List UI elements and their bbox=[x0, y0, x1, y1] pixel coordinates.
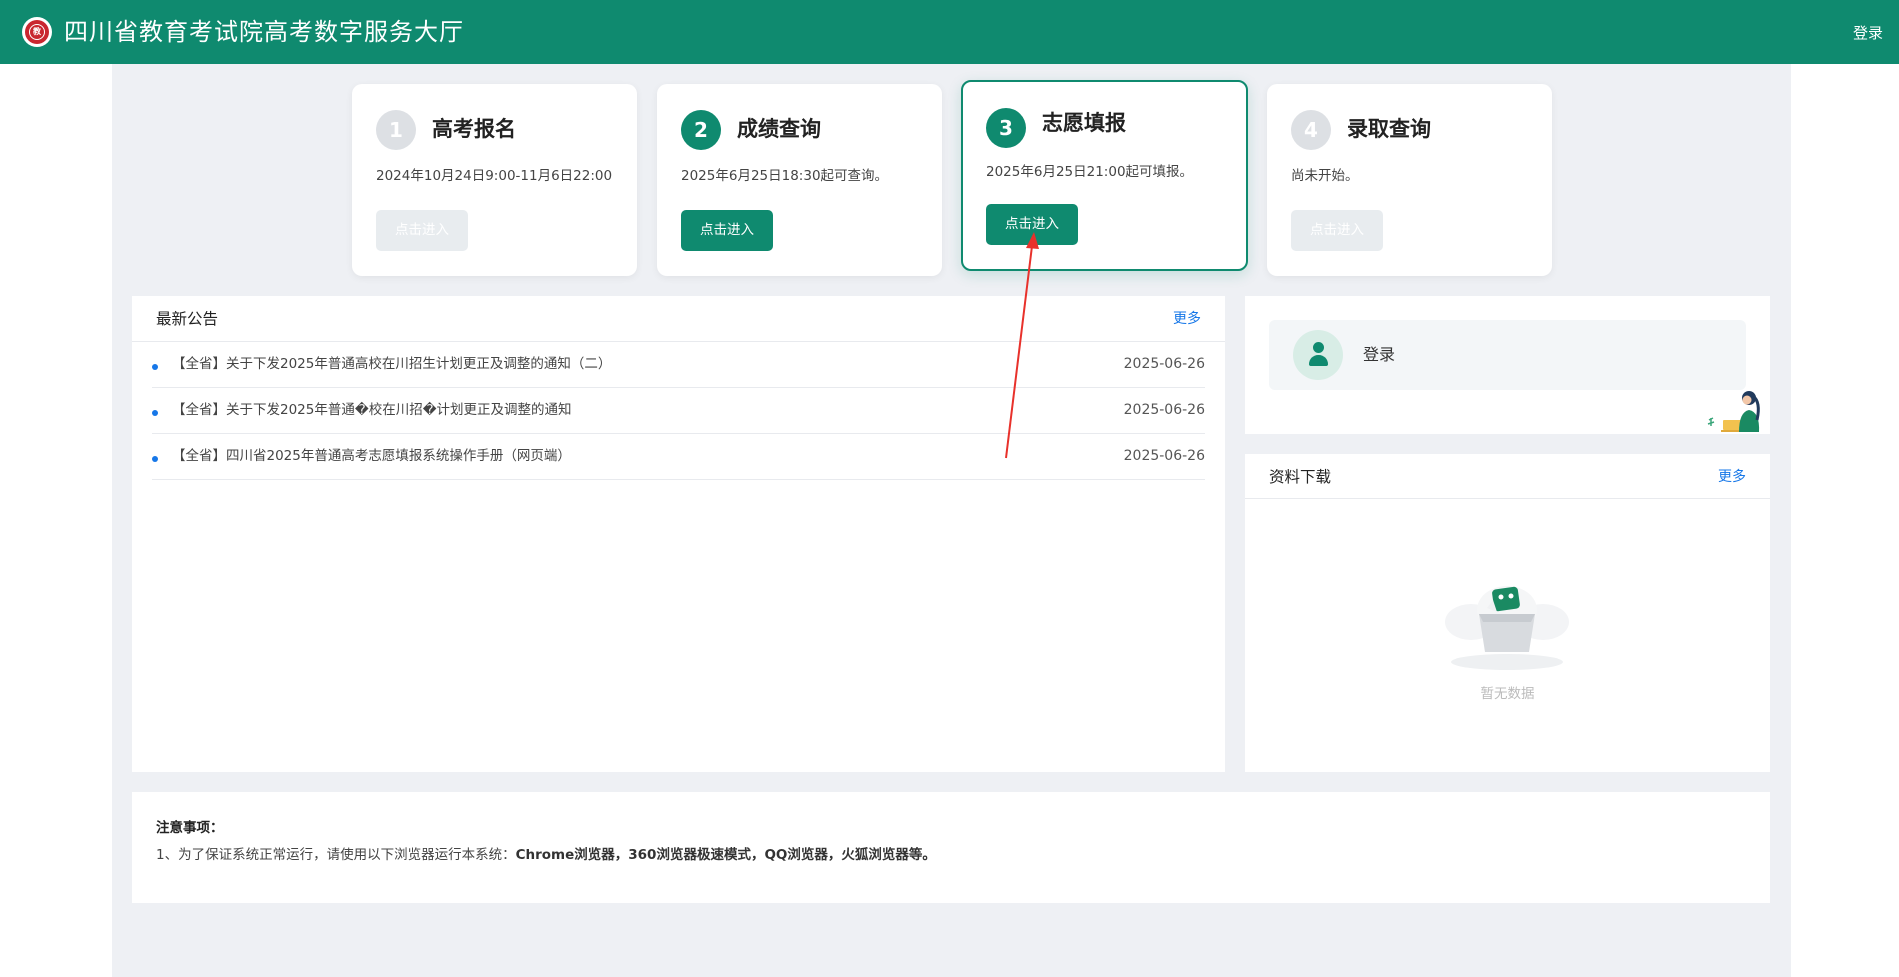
announcement-date: 2025-06-26 bbox=[1123, 402, 1205, 418]
announcement-title[interactable]: 【全省】四川省2025年普通高考志愿填报系统操作手册（网页端） bbox=[172, 446, 571, 466]
announcements-panel: 最新公告 更多 【全省】关于下发2025年普通高校在川招生计划更正及调整的通知（… bbox=[132, 296, 1225, 772]
announcements-more-link[interactable]: 更多 bbox=[1173, 309, 1201, 329]
step-title: 录取查询 bbox=[1347, 117, 1431, 141]
announcement-item[interactable]: 【全省】关于下发2025年普通�校在川招�计划更正及调整的通知 2025-06-… bbox=[152, 388, 1205, 434]
step-number: 2 bbox=[681, 110, 721, 150]
site-title[interactable]: 四川省教育考试院高考数字服务大厅 bbox=[64, 16, 464, 48]
announcement-date: 2025-06-26 bbox=[1123, 448, 1205, 464]
bullet-dot bbox=[152, 456, 158, 462]
user-icon bbox=[1293, 330, 1343, 380]
logo-glyph: 教 bbox=[29, 24, 45, 40]
institution-logo-icon[interactable]: 教 bbox=[22, 17, 52, 47]
step-card-registration: 1 高考报名 2024年10月24日9:00-11月6日22:00 点击进入 bbox=[352, 84, 637, 276]
woman-with-laptop-illustration-icon bbox=[1707, 391, 1760, 432]
bullet-dot bbox=[152, 364, 158, 370]
notice-panel: 注意事项： 1、为了保证系统正常运行，请使用以下浏览器运行本系统：Chrome浏… bbox=[132, 792, 1770, 903]
step-title: 志愿填报 bbox=[1042, 111, 1126, 135]
announcement-title[interactable]: 【全省】关于下发2025年普通�校在川招�计划更正及调整的通知 bbox=[172, 400, 572, 420]
login-box[interactable]: 登录 bbox=[1269, 320, 1746, 390]
bullet-dot bbox=[152, 410, 158, 416]
header-login-link[interactable]: 登录 bbox=[1853, 22, 1883, 43]
step-description: 2025年6月25日21:00起可填报。 bbox=[986, 164, 1194, 180]
login-label[interactable]: 登录 bbox=[1363, 344, 1395, 366]
downloads-more-link[interactable]: 更多 bbox=[1718, 467, 1746, 487]
step-number: 1 bbox=[376, 110, 416, 150]
step-card-admission-query: 4 录取查询 尚未开始。 点击进入 bbox=[1267, 84, 1552, 276]
step-title: 高考报名 bbox=[432, 117, 516, 141]
panel-title: 最新公告 bbox=[156, 310, 219, 328]
step-description: 2024年10月24日9:00-11月6日22:00 bbox=[376, 168, 613, 184]
notice-text: 1、为了保证系统正常运行，请使用以下浏览器运行本系统：Chrome浏览器，360… bbox=[156, 845, 936, 865]
login-panel: 登录 bbox=[1245, 296, 1770, 434]
enter-button-disabled[interactable]: 点击进入 bbox=[1291, 210, 1383, 251]
downloads-panel: 资料下载 更多 暂无数据 bbox=[1245, 454, 1770, 772]
panel-title: 资料下载 bbox=[1269, 468, 1332, 486]
step-card-application: 3 志愿填报 2025年6月25日21:00起可填报。 点击进入 bbox=[961, 80, 1248, 271]
step-description: 2025年6月25日18:30起可查询。 bbox=[681, 168, 889, 184]
notice-prefix: 1、为了保证系统正常运行，请使用以下浏览器运行本系统： bbox=[156, 847, 516, 863]
step-number: 4 bbox=[1291, 110, 1331, 150]
enter-application-button[interactable]: 点击进入 bbox=[986, 204, 1078, 245]
announcement-item[interactable]: 【全省】四川省2025年普通高考志愿填报系统操作手册（网页端） 2025-06-… bbox=[152, 434, 1205, 480]
notice-browsers: Chrome浏览器，360浏览器极速模式，QQ浏览器，火狐浏览器等。 bbox=[515, 847, 936, 863]
top-header: 教 四川省教育考试院高考数字服务大厅 登录 bbox=[0, 0, 1899, 64]
step-description: 尚未开始。 bbox=[1291, 168, 1359, 184]
enter-button-disabled[interactable]: 点击进入 bbox=[376, 210, 468, 251]
panel-header: 最新公告 更多 bbox=[132, 296, 1225, 342]
announcement-item[interactable]: 【全省】关于下发2025年普通高校在川招生计划更正及调整的通知（二） 2025-… bbox=[152, 342, 1205, 388]
step-number: 3 bbox=[986, 108, 1026, 148]
notice-title: 注意事项： bbox=[156, 820, 224, 836]
announcement-title[interactable]: 【全省】关于下发2025年普通高校在川招生计划更正及调整的通知（二） bbox=[172, 354, 611, 374]
step-title: 成绩查询 bbox=[737, 117, 821, 141]
step-card-score-query: 2 成绩查询 2025年6月25日18:30起可查询。 点击进入 bbox=[657, 84, 942, 276]
empty-state-label: 暂无数据 bbox=[1480, 686, 1535, 702]
empty-box-icon bbox=[1445, 586, 1569, 670]
enter-score-query-button[interactable]: 点击进入 bbox=[681, 210, 773, 251]
panel-header: 资料下载 更多 bbox=[1245, 454, 1770, 499]
announcement-date: 2025-06-26 bbox=[1123, 356, 1205, 372]
